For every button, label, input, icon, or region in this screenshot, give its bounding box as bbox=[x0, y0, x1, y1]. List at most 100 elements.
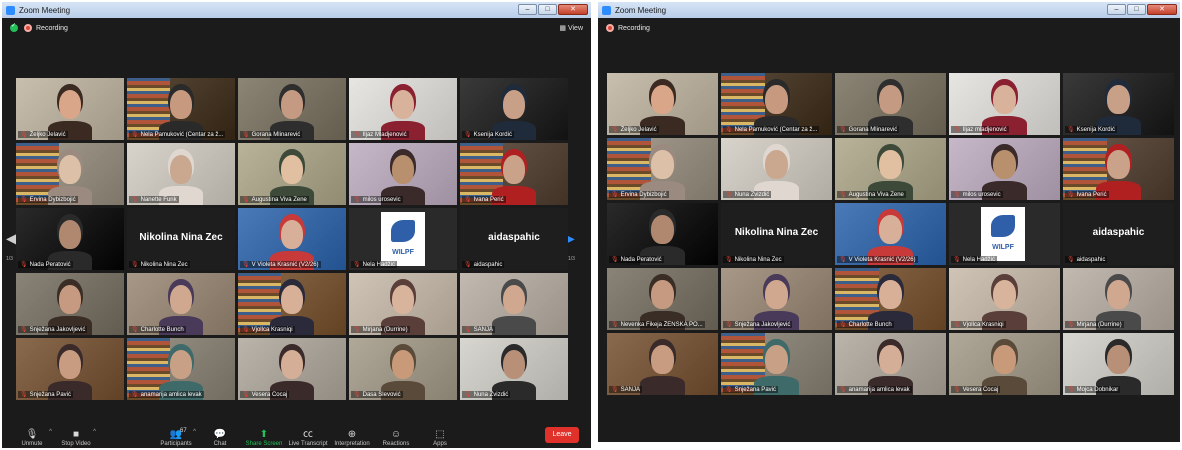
participant-tile[interactable]: 🎙 Charlotte Bunch bbox=[835, 268, 946, 330]
participant-tile[interactable]: WILPF 🎙 Nela Hadžić bbox=[349, 208, 457, 270]
video-gallery: 🎙 Željko Jelavić 🎙 Nela Pamuković (Centar z… bbox=[607, 73, 1174, 395]
interpretation-button[interactable]: ⊕ Interpretation bbox=[330, 429, 374, 447]
minimize-button[interactable]: – bbox=[518, 4, 537, 15]
participant-tile[interactable]: 🎙 Željko Jelavić bbox=[607, 73, 718, 135]
person-face bbox=[1107, 85, 1130, 114]
person-face bbox=[651, 280, 674, 309]
participant-tile[interactable]: 🎙 SANJA bbox=[460, 273, 568, 335]
participant-tile[interactable]: 🎙 Nevenka Fikeja ŽENSKA PO... bbox=[607, 268, 718, 330]
maximize-button[interactable]: □ bbox=[1127, 4, 1146, 15]
muted-microphone-icon: 🎙 bbox=[953, 192, 961, 198]
participant-tile[interactable]: Nikolina Nina Zec 🎙 Nikolina Nina Zec bbox=[721, 203, 832, 265]
participant-name: Nuna Zvizdić bbox=[734, 191, 770, 198]
participant-tile[interactable]: 🎙 Snježana Jakovljević bbox=[16, 273, 124, 335]
muted-microphone-icon: 🎙 bbox=[611, 127, 619, 133]
muted-microphone-icon: 🎙 bbox=[20, 197, 28, 203]
participant-tile[interactable]: 🎙 Ivana Perić bbox=[460, 143, 568, 205]
participant-tile[interactable]: 🎙 milos urosevic bbox=[349, 143, 457, 205]
participant-tile[interactable]: 🎙 Snježana Pavić bbox=[721, 333, 832, 395]
participant-tile[interactable]: 🎙 Ksenija Kordić bbox=[1063, 73, 1174, 135]
participant-name-label: 🎙 SANJA bbox=[462, 326, 495, 333]
maximize-button[interactable]: □ bbox=[538, 4, 557, 15]
participant-tile[interactable]: 🎙 Nela Pamuković (Centar za ž... bbox=[721, 73, 832, 135]
participant-tile[interactable]: 🎙 V Violeta Krasnić (V2/26) bbox=[835, 203, 946, 265]
participant-name-label: 🎙 Iljaz Mladjenović bbox=[351, 131, 409, 138]
participant-name-label: 🎙 Nela Pamuković (Centar za ž... bbox=[723, 126, 820, 133]
participant-tile[interactable]: 🎙 Iljaz Mladjenović bbox=[349, 78, 457, 140]
stop-video-button[interactable]: ■ ^ Stop Video bbox=[54, 429, 98, 447]
close-button[interactable]: ✕ bbox=[558, 4, 588, 15]
participant-tile[interactable]: 🎙 Nela Pamuković (Centar za ž... bbox=[127, 78, 235, 140]
close-button[interactable]: ✕ bbox=[1147, 4, 1177, 15]
participant-tile[interactable]: 🎙 Gorana Mlinarević bbox=[835, 73, 946, 135]
participant-name-label: 🎙 Nuna Zvizdić bbox=[723, 191, 772, 198]
participant-tile[interactable]: 🎙 Snježana Pavić bbox=[16, 338, 124, 400]
participant-name-label: 🎙 Iljaz mladjenović bbox=[951, 126, 1009, 133]
participant-tile[interactable]: 🎙 Vjollca Krasniqi bbox=[949, 268, 1060, 330]
participant-tile[interactable]: 🎙 Ksenija Kordić bbox=[460, 78, 568, 140]
muted-microphone-icon: 🎙 bbox=[953, 387, 961, 393]
muted-microphone-icon: 🎙 bbox=[725, 257, 733, 263]
apps-button[interactable]: ⬚ Apps bbox=[418, 429, 462, 447]
participant-tile[interactable]: 🎙 Gorana Mlinarević bbox=[238, 78, 346, 140]
leave-button[interactable]: Leave bbox=[545, 427, 579, 443]
live-transcript-button[interactable]: ㏄ Live Transcript bbox=[286, 429, 330, 447]
muted-microphone-icon: 🎙 bbox=[20, 262, 28, 268]
reactions-button[interactable]: ☺ Reactions bbox=[374, 429, 418, 447]
participant-tile[interactable]: 🎙 Vesera Cocaj bbox=[949, 333, 1060, 395]
participant-tile[interactable]: 🎙 Augustina Viva Zene bbox=[835, 138, 946, 200]
muted-microphone-icon: 🎙 bbox=[725, 387, 733, 393]
share-screen-button[interactable]: ⬆ Share Screen bbox=[242, 429, 286, 447]
participant-tile[interactable]: Nikolina Nina Zec 🎙 Nikolina Nina Zec bbox=[127, 208, 235, 270]
participant-tile[interactable]: 🎙 Nada Peratović bbox=[607, 203, 718, 265]
participant-tile[interactable]: 🎙 SANJA bbox=[607, 333, 718, 395]
participant-tile[interactable]: 🎙 Ervina Dybizbojić bbox=[16, 143, 124, 205]
participant-tile[interactable]: aidaspahic 🎙 aidaspahic bbox=[1063, 203, 1174, 265]
participant-tile[interactable]: 🎙 Mirjana (Durrine) bbox=[1063, 268, 1174, 330]
participant-name-label: 🎙 V Violeta Krasnić (V2/26) bbox=[240, 261, 321, 268]
participant-name-label: 🎙 Ksenija Kordić bbox=[1065, 126, 1117, 133]
participant-tile[interactable]: 🎙 Vjollca Krasniqi bbox=[238, 273, 346, 335]
participants-button[interactable]: 👥 67 ^ Participants bbox=[154, 428, 198, 447]
encryption-shield-icon[interactable] bbox=[10, 22, 18, 32]
chat-button[interactable]: 💬 Chat bbox=[198, 429, 242, 447]
minimize-button[interactable]: – bbox=[1107, 4, 1126, 15]
participant-tile[interactable]: 🎙 Nada Peratović bbox=[16, 208, 124, 270]
participant-tile[interactable]: 🎙 milos urosevic bbox=[949, 138, 1060, 200]
muted-microphone-icon: 🎙 bbox=[953, 127, 961, 133]
participant-name-label: 🎙 milos urosevic bbox=[351, 196, 403, 203]
participant-tile[interactable]: 🎙 V Violeta Krasnić (V2/26) bbox=[238, 208, 346, 270]
person-face bbox=[879, 345, 902, 374]
participant-tile[interactable]: 🎙 Ivana Perić bbox=[1063, 138, 1174, 200]
participant-tile[interactable]: 🎙 Snježana Jakovljević bbox=[721, 268, 832, 330]
participant-tile[interactable]: 🎙 Nuna Zvizdić bbox=[460, 338, 568, 400]
participant-tile[interactable]: WILPF 🎙 Nela Hadžić bbox=[949, 203, 1060, 265]
participant-tile[interactable]: 🎙 Charlotte Bunch bbox=[127, 273, 235, 335]
participant-name: Dasa Slevović bbox=[362, 391, 401, 398]
participant-name-label: 🎙 Snježana Pavić bbox=[18, 391, 73, 398]
participant-tile[interactable]: 🎙 anamarija amlica levak bbox=[127, 338, 235, 400]
muted-microphone-icon: 🎙 bbox=[353, 197, 361, 203]
view-button[interactable]: ▦ View bbox=[559, 24, 583, 32]
participant-tile[interactable]: aidaspahic 🎙 aidaspahic bbox=[460, 208, 568, 270]
participant-tile[interactable]: 🎙 anamarija amlica levak bbox=[835, 333, 946, 395]
recording-icon bbox=[606, 24, 614, 32]
participant-tile[interactable]: 🎙 Iljaz mladjenović bbox=[949, 73, 1060, 135]
participant-tile[interactable]: 🎙 Željko Jelavić bbox=[16, 78, 124, 140]
person-face bbox=[392, 155, 414, 184]
participant-tile[interactable]: 🎙 Mojca Dobnikar bbox=[1063, 333, 1174, 395]
participant-tile[interactable]: 🎙 Nuna Zvizdić bbox=[721, 138, 832, 200]
muted-microphone-icon: 🎙 bbox=[725, 127, 733, 133]
participant-tile[interactable]: 🎙 Mirjana (Durrine) bbox=[349, 273, 457, 335]
participant-name: Vesera Cocaj bbox=[251, 391, 288, 398]
participant-name-label: 🎙 Augustina Viva Zene bbox=[240, 196, 309, 203]
participant-tile[interactable]: 🎙 Dasa Slevović bbox=[349, 338, 457, 400]
participant-tile[interactable]: 🎙 Nanette Funk bbox=[127, 143, 235, 205]
muted-microphone-icon: 🎙 bbox=[353, 327, 361, 333]
participant-tile[interactable]: 🎙 Vesera Cocaj bbox=[238, 338, 346, 400]
person-face bbox=[59, 220, 81, 249]
unmute-button[interactable]: 🎙 ^ Unmute bbox=[10, 429, 54, 447]
participant-tile[interactable]: 🎙 Ervina Dybizbojić bbox=[607, 138, 718, 200]
muted-microphone-icon: 🎙 bbox=[20, 132, 28, 138]
participant-tile[interactable]: 🎙 Augustina Viva Zene bbox=[238, 143, 346, 205]
